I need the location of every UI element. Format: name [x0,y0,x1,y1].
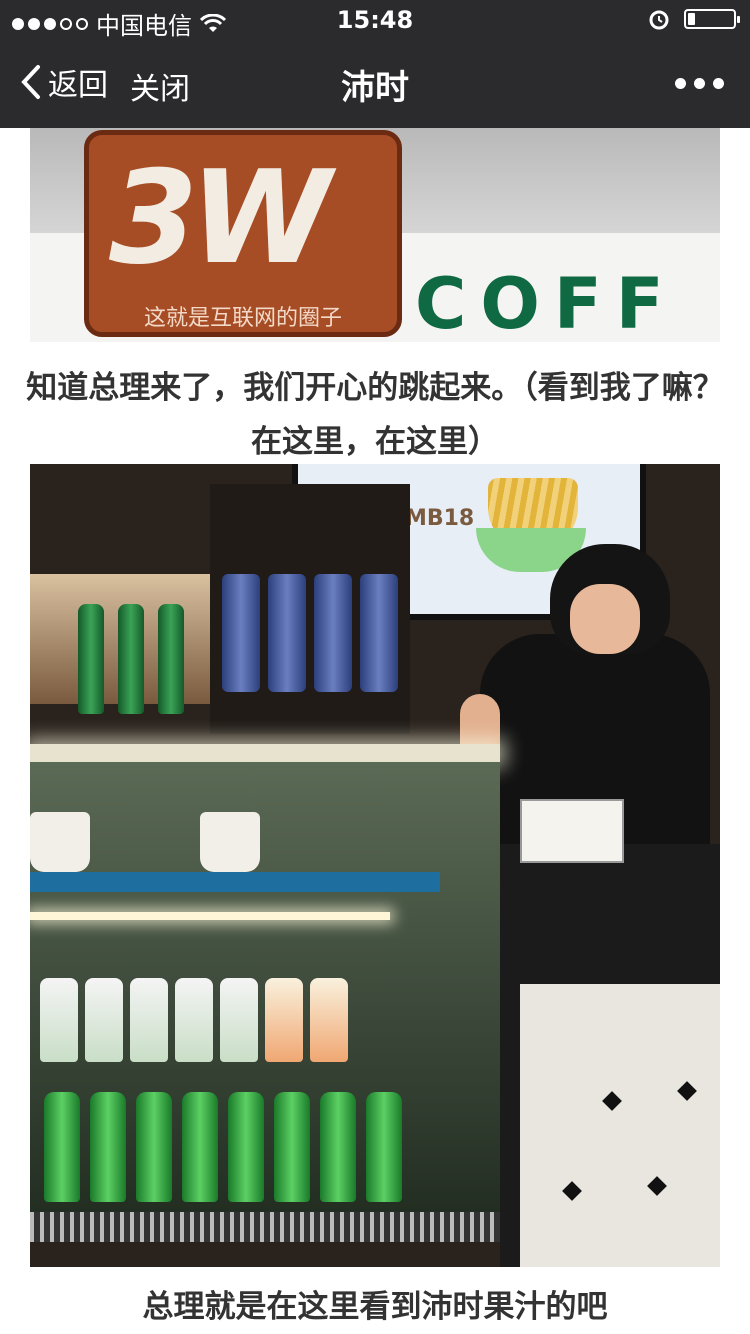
clock: 15:48 [336,6,414,34]
photo-3w-coffee-sign: 3W 这就是互联网的圈子 COFF [30,128,720,342]
green-bottle [366,1092,402,1202]
caption-1: 知道总理来了，我们开心的跳起来。（看到我了嘛？在这里，在这里） [26,370,724,460]
bottle [78,604,104,714]
photo-juice-counter: RMB18 [30,464,720,1267]
tile-diamond [602,1091,622,1111]
milk-bottle [175,978,213,1062]
status-right [648,8,740,30]
case-grill [30,1212,500,1242]
coffee-lettering: COFF [415,263,678,342]
tile-diamond [562,1181,582,1201]
more-dots-icon[interactable] [675,78,724,89]
nav-bar: 返回 关闭 沛时 [0,40,750,128]
tile-diamond [647,1176,667,1196]
page-title: 沛时 [341,68,409,108]
battery-icon [684,9,740,29]
counter-tiles [520,984,720,1267]
milk-bottle [85,978,123,1062]
juice-can [222,574,260,692]
green-bottle [44,1092,80,1202]
logo-slogan: 这就是互联网的圈子 [143,306,342,331]
milk-bottle [130,978,168,1062]
battery-level-fill [688,13,695,25]
milk-bottle [220,978,258,1062]
tile-diamond [677,1081,697,1101]
green-bottle [136,1092,172,1202]
coffee-mug [200,812,260,872]
juice-can [268,574,306,692]
bottle [118,604,144,714]
green-bottle [90,1092,126,1202]
counter-cards [520,799,624,863]
green-bottle [274,1092,310,1202]
juice-can [360,574,398,692]
caption-2: 总理就是在这里看到沛时果汁的吧 [142,1289,608,1325]
case-shelf [30,872,440,892]
juice-bottle [310,978,348,1062]
alarm-icon [649,10,669,30]
juice-bottle [265,978,303,1062]
status-bar: 中国电信 15:48 [0,0,750,40]
coffee-mug [30,812,90,872]
green-bottle [182,1092,218,1202]
case-top-light [30,744,500,762]
green-bottle [320,1092,356,1202]
case-light [30,912,390,920]
juice-poster [210,484,410,734]
green-bottle [228,1092,264,1202]
barista-face [570,584,640,654]
display-case [30,762,500,1242]
juice-can [314,574,352,692]
3w-logo: 3W 这就是互联网的圈子 [84,130,402,337]
bottle [158,604,184,714]
milk-bottle [40,978,78,1062]
logo-text: 3W [109,144,331,293]
